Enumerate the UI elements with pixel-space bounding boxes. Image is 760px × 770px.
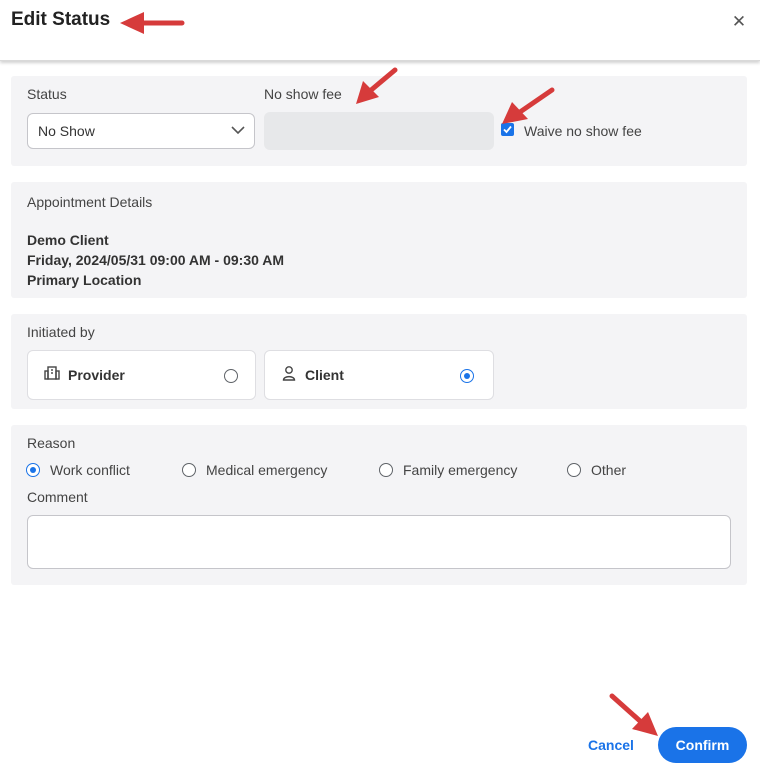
no-show-fee-label: No show fee — [264, 86, 342, 102]
cancel-button[interactable]: Cancel — [588, 737, 634, 753]
initiator-option-client[interactable]: Client — [264, 350, 494, 400]
appointment-details-heading: Appointment Details — [27, 194, 153, 210]
appointment-details-section: Appointment Details Demo Client Friday, … — [11, 182, 747, 298]
reason-radio-family-emergency[interactable] — [379, 463, 393, 477]
waive-fee-label: Waive no show fee — [524, 123, 642, 139]
person-icon — [282, 366, 296, 381]
comment-label: Comment — [27, 489, 88, 505]
initiated-by-section: Initiated by Provider Client — [11, 314, 747, 409]
reason-radio-other[interactable] — [567, 463, 581, 477]
appointment-datetime: Friday, 2024/05/31 09:00 AM - 09:30 AM — [27, 252, 285, 268]
reason-option-label: Family emergency — [403, 462, 518, 478]
checkmark-icon — [503, 125, 512, 134]
client-name: Demo Client — [27, 232, 109, 248]
initiated-by-heading: Initiated by — [27, 324, 95, 340]
appointment-location: Primary Location — [27, 272, 142, 288]
reason-radio-work-conflict[interactable] — [26, 463, 40, 477]
reason-radio-medical-emergency[interactable] — [182, 463, 196, 477]
status-section: Status No Show No show fee Waive no show… — [11, 76, 747, 166]
reason-option-label: Work conflict — [50, 462, 130, 478]
waive-fee-checkbox[interactable] — [501, 123, 514, 136]
status-label: Status — [27, 86, 67, 102]
close-icon[interactable]: ✕ — [729, 12, 749, 32]
reason-heading: Reason — [27, 435, 76, 451]
initiator-option-provider[interactable]: Provider — [27, 350, 256, 400]
reason-option-label: Medical emergency — [206, 462, 328, 478]
initiator-option-label: Client — [305, 367, 344, 383]
initiator-radio-provider[interactable] — [224, 369, 238, 383]
reason-section: Reason Work conflict Medical emergency F… — [11, 425, 747, 585]
dialog-title: Edit Status — [11, 9, 111, 30]
status-select[interactable]: No Show — [27, 113, 255, 149]
no-show-fee-input[interactable] — [264, 112, 494, 150]
status-select-value: No Show — [38, 123, 95, 139]
dialog-header: Edit Status ✕ — [0, 0, 760, 61]
annotation-arrow-confirm — [609, 693, 658, 736]
annotation-arrow-title — [120, 12, 185, 34]
reason-option-label: Other — [591, 462, 627, 478]
chevron-down-icon — [231, 126, 245, 135]
initiator-radio-client[interactable] — [460, 369, 474, 383]
building-icon — [44, 366, 60, 380]
initiator-option-label: Provider — [68, 367, 125, 383]
confirm-button[interactable]: Confirm — [658, 727, 747, 763]
comment-textarea[interactable] — [27, 515, 731, 569]
